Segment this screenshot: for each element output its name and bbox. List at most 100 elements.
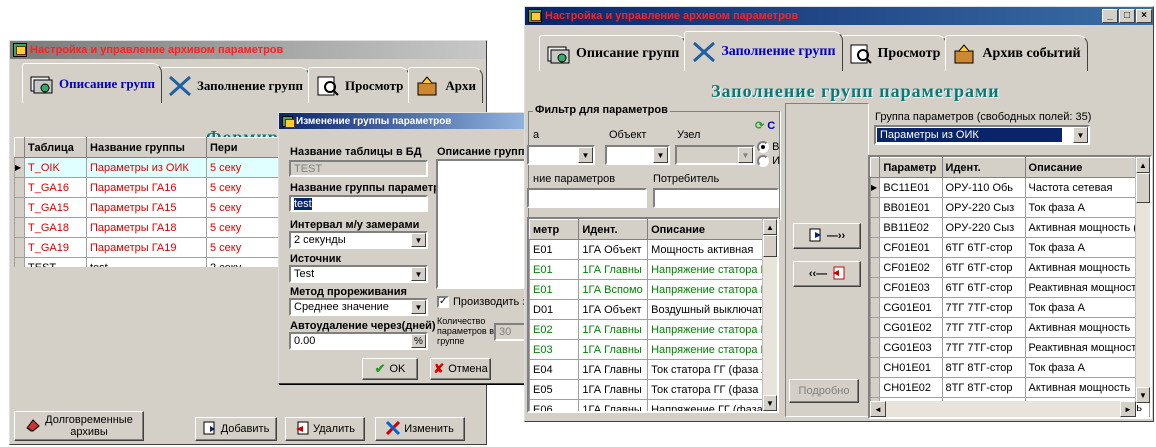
table-row[interactable]: E03 1ГА Главны Напряжение статора ГГ	[529, 339, 777, 360]
move-right-button[interactable]: —››	[793, 223, 861, 249]
table-row[interactable]: BB01E01 ОРУ-220 Сыз Ток фаза А	[870, 197, 1150, 218]
scroll-thumb[interactable]	[763, 235, 777, 257]
table-row[interactable]: BB11E02 ОРУ-220 Сыз Активная мощность (Сыз	[870, 217, 1150, 238]
consumer-input[interactable]	[653, 188, 779, 208]
table-row[interactable]: CH01E02 8ТГ 8ТГ-стор Активная мощность	[870, 377, 1150, 398]
chevron-down-icon[interactable]: ▼	[411, 233, 426, 247]
tab-archive[interactable]: Архи	[408, 67, 483, 103]
area-select[interactable]: ▼	[527, 145, 595, 165]
maximize-icon[interactable]: □	[1119, 9, 1135, 23]
group-params-table[interactable]: Параметр Идент. Описание ▶ BC11E01 ОРУ-110…	[868, 155, 1152, 419]
scroll-up-icon[interactable]: ▲	[763, 219, 777, 235]
table-row[interactable]: CF01E02 6ТГ 6ТГ-стор Активная мощность	[870, 257, 1150, 278]
back-window-titlebar[interactable]: Настройка и управление архивом параметро…	[10, 41, 486, 59]
param-name-input[interactable]	[527, 188, 647, 208]
cell-param: BB11E02	[879, 217, 943, 238]
cell-ident: 7ТГ 7ТГ-стор	[941, 297, 1026, 318]
refresh-link[interactable]: ⟳ С	[755, 119, 775, 132]
column-header-table[interactable]: Таблица	[24, 137, 87, 158]
table-row[interactable]: CF01E01 6ТГ 6ТГ-стор Ток фаза А	[870, 237, 1150, 258]
table-row[interactable]: CH01E01 8ТГ 8ТГ-стор Ток фаза А	[870, 357, 1150, 378]
radio-option-2[interactable]: И	[757, 155, 780, 168]
scroll-down-icon[interactable]: ▼	[763, 395, 777, 411]
autodelete-label: Автоудаление через(дней)	[290, 320, 436, 332]
dialog-titlebar[interactable]: Изменение группы параметров ×	[279, 113, 564, 129]
table-row[interactable]: E02 1ГА Главны Напряжение статора ГГ	[529, 319, 777, 340]
longterm-archives-button[interactable]: Долговременные архивы	[14, 411, 144, 441]
table-row[interactable]: E05 1ГА Главны Ток статора ГГ (фаза В)	[529, 379, 777, 400]
vertical-scrollbar[interactable]: ▲ ▼	[1135, 157, 1150, 403]
node-select[interactable]: ▼	[675, 145, 755, 165]
group-select[interactable]: Параметры из ОИК ▼	[874, 125, 1090, 145]
edit-button[interactable]: Изменить	[375, 417, 465, 441]
tab-description[interactable]: Описание групп	[539, 35, 687, 71]
table-row[interactable]: E06 1ГА Главны Напряжение ГГ (фаза С)	[529, 399, 777, 411]
close-icon[interactable]: ×	[1136, 9, 1152, 23]
chevron-down-icon[interactable]: ▼	[411, 300, 426, 314]
object-select[interactable]: ▼	[605, 145, 670, 165]
vertical-scrollbar[interactable]: ▲ ▼	[762, 219, 777, 411]
table-row[interactable]: T_GA19 Параметры ГА19 5 секу	[14, 237, 284, 258]
table-row[interactable]: CG01E01 7ТГ 7ТГ-стор Ток фаза А	[870, 297, 1150, 318]
group-name-input[interactable]: test	[289, 195, 428, 212]
column-header-ident[interactable]: Идент.	[941, 157, 1026, 178]
table-row[interactable]: T_GA16 Параметры ГА16 5 секу	[14, 177, 284, 198]
minimize-icon[interactable]: _	[1102, 9, 1118, 23]
groups-table[interactable]: Таблица Название группы Пери ▶ T_OIK Парам…	[14, 137, 284, 267]
available-params-table[interactable]: метр Идент. Описание E01 1ГА Объект Мощнос…	[527, 217, 779, 413]
column-header-param[interactable]: метр	[529, 219, 580, 240]
table-row[interactable]: T_GA15 Параметры ГА15 5 секу	[14, 197, 284, 218]
table-row[interactable]: CF01E03 6ТГ 6ТГ-стор Реактивная мощность	[870, 277, 1150, 298]
thinning-select[interactable]: Среднее значение ▼	[289, 298, 428, 316]
tab-description[interactable]: Описание групп	[22, 63, 162, 103]
scroll-up-icon[interactable]: ▲	[1136, 157, 1150, 173]
column-header-ident[interactable]: Идент.	[578, 219, 649, 240]
table-row[interactable]: T_GA18 Параметры ГА18 5 секу	[14, 217, 284, 238]
table-row[interactable]: CA01E011ТГ 1ТГ-сторАктивная мощность	[871, 418, 1150, 420]
tab-view[interactable]: Просмотр	[840, 35, 948, 71]
table-row[interactable]: ▶ BC11E01 ОРУ-110 Обь Частота сетевая	[870, 177, 1150, 198]
chevron-down-icon[interactable]: ▼	[653, 147, 668, 163]
table-row[interactable]: D01 1ГА Объект Воздушный выключатель	[529, 299, 777, 320]
column-header-description[interactable]: Описание	[647, 219, 777, 240]
column-header-period[interactable]: Пери	[206, 137, 284, 158]
tab-fill-groups[interactable]: Заполнение групп	[159, 67, 310, 103]
doc-arrow-icon	[831, 266, 845, 283]
chevron-down-icon[interactable]: ▼	[738, 147, 753, 163]
table-row[interactable]: E01 1ГА Объект Мощность активная	[529, 239, 777, 260]
table-row[interactable]: CG01E03 7ТГ 7ТГ-стор Реактивная мощность	[870, 337, 1150, 358]
ok-button[interactable]: ✔ OK	[362, 358, 418, 380]
delete-button[interactable]: Удалить	[285, 417, 365, 441]
table-row[interactable]: TESTtest2 секу	[14, 257, 284, 267]
table-row[interactable]: CG01E02 7ТГ 7ТГ-стор Активная мощность	[870, 317, 1150, 338]
interval-select[interactable]: 2 секунды ▼	[289, 231, 428, 249]
horizontal-scrollbar[interactable]: ◄ ►	[870, 401, 1136, 417]
scroll-left-icon[interactable]: ◄	[870, 401, 886, 417]
table-row[interactable]: E01 1ГА Вспомо Напряжение статора ВГ	[529, 279, 777, 300]
tab-event-archive[interactable]: Архив событий	[945, 35, 1088, 71]
radio-option-1[interactable]: В	[757, 141, 779, 154]
chevron-down-icon[interactable]: ▼	[578, 147, 593, 163]
front-window-titlebar[interactable]: Настройка и управление архивом параметро…	[525, 7, 1153, 25]
chevron-down-icon[interactable]: ▼	[1073, 127, 1088, 143]
autodelete-input[interactable]: 0.00 %	[289, 332, 428, 350]
add-button[interactable]: Добавить	[195, 417, 277, 441]
calc-icon[interactable]: %	[411, 334, 426, 348]
column-header-description[interactable]: Описание	[1024, 157, 1150, 178]
tab-view[interactable]: Просмотр	[307, 67, 411, 103]
move-left-button[interactable]: ‹‹—	[793, 261, 861, 287]
scroll-thumb[interactable]	[1136, 173, 1150, 203]
table-row[interactable]: E04 1ГА Главны Ток статора ГГ (фаза А)	[529, 359, 777, 380]
column-header-group-name[interactable]: Название группы	[86, 137, 207, 158]
autodelete-value: 0.00	[294, 335, 316, 347]
table-row[interactable]: E01 1ГА Главны Напряжение статора ГГ	[529, 259, 777, 280]
cancel-button[interactable]: ✘ Отмена	[430, 358, 491, 380]
scroll-down-icon[interactable]: ▼	[1136, 387, 1150, 403]
column-header-param[interactable]: Параметр	[879, 157, 943, 178]
chevron-down-icon[interactable]: ▼	[411, 267, 426, 281]
source-select[interactable]: Test ▼	[289, 265, 428, 283]
tab-fill-groups[interactable]: Заполнение групп	[684, 31, 843, 71]
scroll-right-icon[interactable]: ►	[1120, 401, 1136, 417]
filter-label-a: а	[533, 129, 540, 141]
table-row[interactable]: ▶ T_OIK Параметры из ОИК 5 секу	[14, 157, 284, 178]
